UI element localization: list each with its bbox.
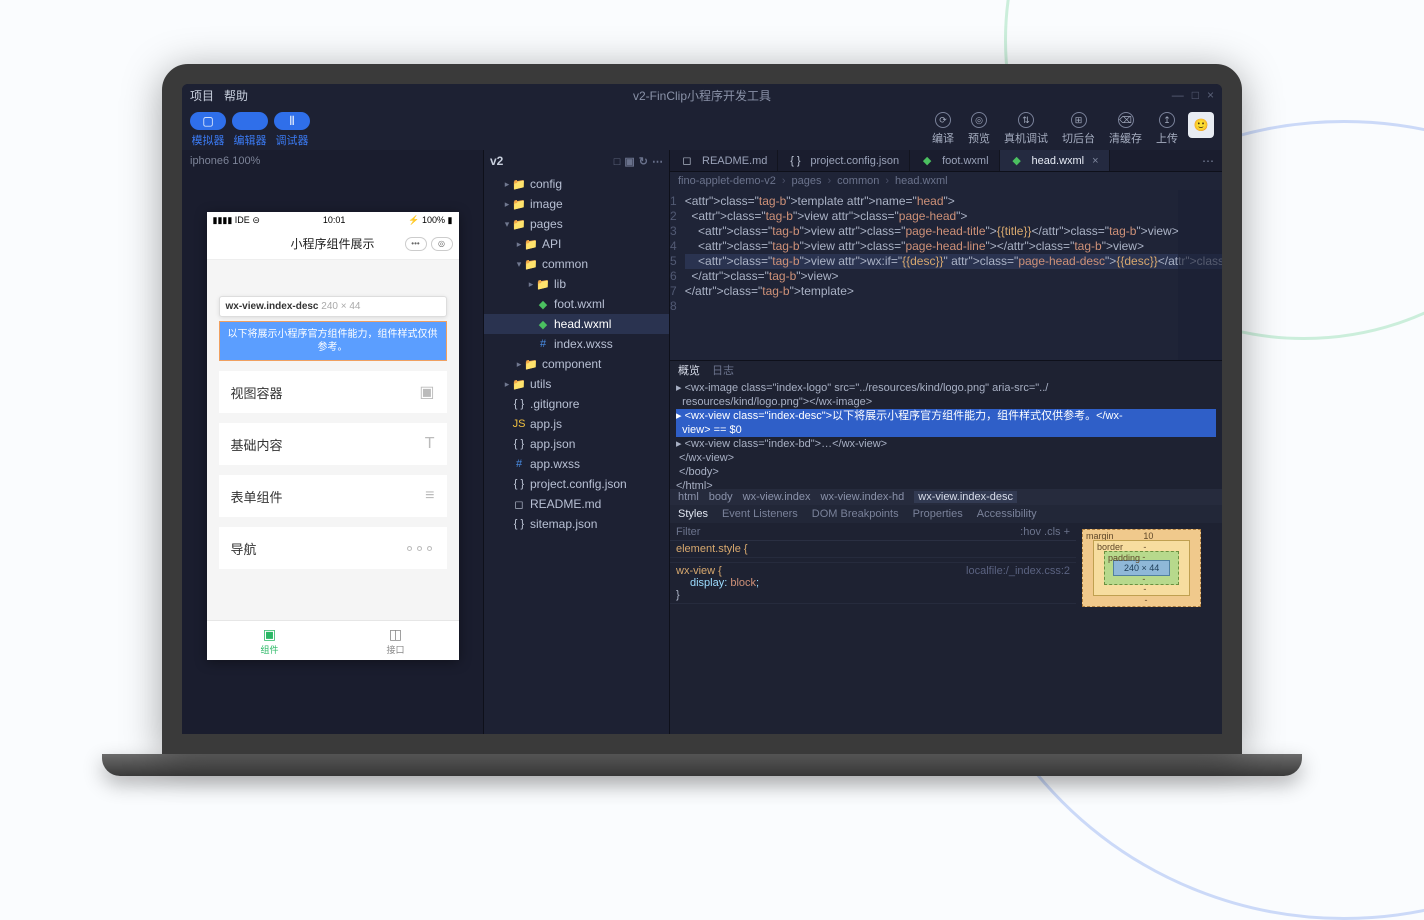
styles-pane[interactable]: Filter :hov .cls + element.style {</span… <box>670 523 1076 734</box>
editor-tab-2[interactable]: ◆foot.wxml <box>910 150 999 171</box>
mode-toggle-0[interactable]: ▢模拟器 <box>190 112 226 148</box>
toolbar-action-0[interactable]: ⟳编译 <box>932 112 954 146</box>
capsule-close[interactable]: ◎ <box>431 237 453 251</box>
tree-node-8[interactable]: #index.wxss <box>484 334 669 354</box>
window-maximize[interactable]: □ <box>1192 88 1199 102</box>
toolbar-action-4[interactable]: ⌫清缓存 <box>1109 112 1142 146</box>
dom-breadcrumb[interactable]: htmlbodywx-view.indexwx-view.index-hdwx-… <box>670 489 1222 505</box>
tree-node-4[interactable]: ▾📁common <box>484 254 669 274</box>
tree-node-17[interactable]: { }sitemap.json <box>484 514 669 534</box>
user-avatar[interactable]: 🙂 <box>1188 112 1214 138</box>
minimap[interactable] <box>1178 190 1222 360</box>
toolbar-action-5[interactable]: ↥上传 <box>1156 112 1178 146</box>
tree-node-9[interactable]: ▸📁component <box>484 354 669 374</box>
file-explorer: v2 □▣ ↻ ⋯ ▸📁config ▸📁image ▾📁pages ▸📁API ▾… <box>484 150 670 734</box>
window-minimize[interactable]: — <box>1172 88 1184 102</box>
box-model: margin 10 border - padding - <box>1076 523 1222 734</box>
inspect-tooltip: wx-view.index-desc 240 × 44 <box>219 296 447 317</box>
code-editor[interactable]: 12345678 <attr">class="tag-b">template a… <box>670 190 1222 360</box>
phone-carrier: ▮▮▮▮ IDE ⊝ <box>213 215 260 226</box>
tree-node-15[interactable]: { }project.config.json <box>484 474 669 494</box>
menu-help[interactable]: 帮助 <box>224 87 248 104</box>
tree-node-12[interactable]: JSapp.js <box>484 414 669 434</box>
devtools-panel: 概览日志 ▸ <wx-image class="index-logo" src=… <box>670 360 1222 734</box>
styles-filter[interactable]: Filter <box>676 526 700 538</box>
devtools-top-tab-1[interactable]: 日志 <box>712 362 734 378</box>
styles-tab-1[interactable]: Event Listeners <box>722 508 798 520</box>
phone-nav-title: 小程序组件展示 <box>290 235 374 252</box>
editor-tabbar: ◻README.md { }project.config.json ◆foot.… <box>670 150 1222 172</box>
styles-tab-2[interactable]: DOM Breakpoints <box>812 508 899 520</box>
editor-tab-0[interactable]: ◻README.md <box>670 150 778 171</box>
devtools-top-tab-0[interactable]: 概览 <box>678 362 700 378</box>
toolbar-action-1[interactable]: ◎预览 <box>968 112 990 146</box>
phone-tab-1[interactable]: ◫接口 <box>333 621 459 660</box>
tree-node-10[interactable]: ▸📁utils <box>484 374 669 394</box>
explorer-root[interactable]: v2 <box>490 154 503 168</box>
category-row-2[interactable]: 表单组件≡ <box>219 475 447 517</box>
category-row-0[interactable]: 视图容器▣ <box>219 371 447 413</box>
styles-tab-3[interactable]: Properties <box>913 508 963 520</box>
tree-node-16[interactable]: ◻README.md <box>484 494 669 514</box>
tree-node-13[interactable]: { }app.json <box>484 434 669 454</box>
tree-node-14[interactable]: #app.wxss <box>484 454 669 474</box>
dom-tree[interactable]: ▸ <wx-image class="index-logo" src="../r… <box>670 379 1222 489</box>
editor-tab-1[interactable]: { }project.config.json <box>778 150 910 171</box>
category-row-1[interactable]: 基础内容T <box>219 423 447 465</box>
mode-toggle-2[interactable]: ⫴调试器 <box>274 112 310 148</box>
toolbar-action-2[interactable]: ⇅真机调试 <box>1004 112 1048 146</box>
tab-overflow[interactable]: ⋯ <box>1194 150 1222 171</box>
highlighted-element[interactable]: 以下将展示小程序官方组件能力，组件样式仅供参考。 <box>219 321 447 361</box>
ide-window: 项目 帮助 v2-FinClip小程序开发工具 — □ × ▢模拟器 编辑器 ⫴… <box>182 84 1222 734</box>
tree-node-5[interactable]: ▸📁lib <box>484 274 669 294</box>
phone-tab-0[interactable]: ▣组件 <box>207 621 333 660</box>
phone-time: 10:01 <box>323 215 346 225</box>
tree-node-3[interactable]: ▸📁API <box>484 234 669 254</box>
simulator-panel: iphone6 100% ▮▮▮▮ IDE ⊝ 10:01 ⚡ 100% ▮ 小… <box>182 150 484 734</box>
tree-node-7[interactable]: ◆head.wxml <box>484 314 669 334</box>
category-row-3[interactable]: 导航∘∘∘ <box>219 527 447 569</box>
styles-tab-0[interactable]: Styles <box>678 508 708 520</box>
tree-node-0[interactable]: ▸📁config <box>484 174 669 194</box>
styles-hov-toggle[interactable]: :hov .cls + <box>1020 526 1070 538</box>
tree-node-6[interactable]: ◆foot.wxml <box>484 294 669 314</box>
laptop-frame: 项目 帮助 v2-FinClip小程序开发工具 — □ × ▢模拟器 编辑器 ⫴… <box>162 64 1242 776</box>
explorer-head-icon-0[interactable]: □ <box>614 156 621 168</box>
explorer-head-icon-3[interactable]: ⋯ <box>652 156 663 168</box>
breadcrumb: fino-applet-demo-v2›pages›common›head.wx… <box>670 172 1222 190</box>
menubar: 项目 帮助 v2-FinClip小程序开发工具 — □ × <box>182 84 1222 106</box>
explorer-head-icon-1[interactable]: ▣ <box>624 156 634 168</box>
simulator-device-label: iphone6 100% <box>182 150 483 172</box>
phone-preview[interactable]: ▮▮▮▮ IDE ⊝ 10:01 ⚡ 100% ▮ 小程序组件展示 ••• ◎ <box>207 212 459 660</box>
editor-tab-3[interactable]: ◆head.wxml× <box>1000 150 1110 171</box>
window-title: v2-FinClip小程序开发工具 <box>633 87 771 104</box>
window-close[interactable]: × <box>1207 88 1214 102</box>
tree-node-1[interactable]: ▸📁image <box>484 194 669 214</box>
menu-project[interactable]: 项目 <box>190 87 214 104</box>
styles-tab-4[interactable]: Accessibility <box>977 508 1037 520</box>
tree-node-2[interactable]: ▾📁pages <box>484 214 669 234</box>
mode-toggle-1[interactable]: 编辑器 <box>232 112 268 148</box>
phone-battery: ⚡ 100% ▮ <box>408 215 452 226</box>
capsule-menu[interactable]: ••• <box>405 237 427 251</box>
toolbar-action-3[interactable]: ⊞切后台 <box>1062 112 1095 146</box>
tree-node-11[interactable]: { }.gitignore <box>484 394 669 414</box>
explorer-head-icon-2[interactable]: ↻ <box>639 156 648 168</box>
toolbar: ▢模拟器 编辑器 ⫴调试器 ⟳编译 ◎预览 ⇅真机调试 ⊞切后台 ⌫清缓存 ↥上… <box>182 106 1222 150</box>
